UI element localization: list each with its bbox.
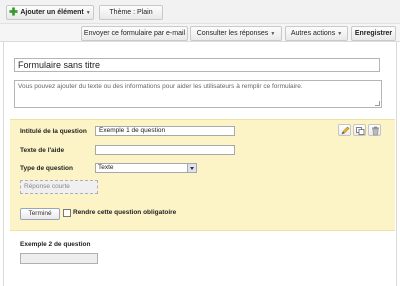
chevron-down-icon: ▼ <box>270 31 276 37</box>
save-label: Enregistrer <box>354 30 393 37</box>
question-type-label: Type de question <box>20 165 73 172</box>
duplicate-icon <box>356 127 365 135</box>
pencil-icon <box>341 126 350 135</box>
send-form-label: Envoyer ce formulaire par e-mail <box>83 30 186 37</box>
form-title-input[interactable]: Formulaire sans titre <box>14 58 380 72</box>
more-actions-button[interactable]: Autres actions ▼ <box>285 26 348 41</box>
add-element-label: Ajouter un élément <box>20 9 84 16</box>
resize-grip-icon[interactable] <box>375 101 380 106</box>
chevron-down-icon: ▼ <box>85 10 91 16</box>
chevron-down-icon: ▼ <box>337 31 343 37</box>
add-element-button[interactable]: Ajouter un élément ▼ <box>6 5 94 20</box>
view-responses-button[interactable]: Consulter les réponses ▼ <box>190 26 282 41</box>
question-type-select[interactable]: Texte <box>95 163 197 173</box>
required-label: Rendre cette question obligatoire <box>73 209 177 216</box>
question-type-value: Texte <box>98 164 114 171</box>
required-checkbox[interactable] <box>63 209 71 217</box>
more-actions-label: Autres actions <box>290 30 336 37</box>
duplicate-question-button[interactable] <box>353 124 366 136</box>
view-responses-label: Consulter les réponses <box>196 30 269 37</box>
chevron-down-icon <box>187 164 196 172</box>
theme-button[interactable]: Thème : Plain <box>99 5 163 20</box>
question-2-answer-input <box>20 253 98 264</box>
plus-icon <box>9 7 18 16</box>
form-description-text: Vous pouvez ajouter du texte ou des info… <box>18 83 303 90</box>
question-2-title: Exemple 2 de question <box>20 241 91 248</box>
done-button[interactable]: Terminé <box>20 208 60 220</box>
save-button[interactable]: Enregistrer <box>351 26 396 41</box>
help-text-label: Texte de l'aide <box>20 147 65 154</box>
question-title-label: Intitulé de la question <box>20 128 87 135</box>
edit-question-button[interactable] <box>338 124 351 136</box>
theme-label: Thème : Plain <box>109 9 153 16</box>
send-form-button[interactable]: Envoyer ce formulaire par e-mail <box>81 26 188 41</box>
short-answer-preview: Réponse courte <box>20 180 98 194</box>
help-text-input[interactable] <box>95 145 235 155</box>
trash-icon <box>372 126 379 136</box>
form-description-input[interactable]: Vous pouvez ajouter du texte ou des info… <box>14 80 382 108</box>
question-title-input[interactable]: Exemple 1 de question <box>95 126 235 136</box>
delete-question-button[interactable] <box>368 124 381 136</box>
